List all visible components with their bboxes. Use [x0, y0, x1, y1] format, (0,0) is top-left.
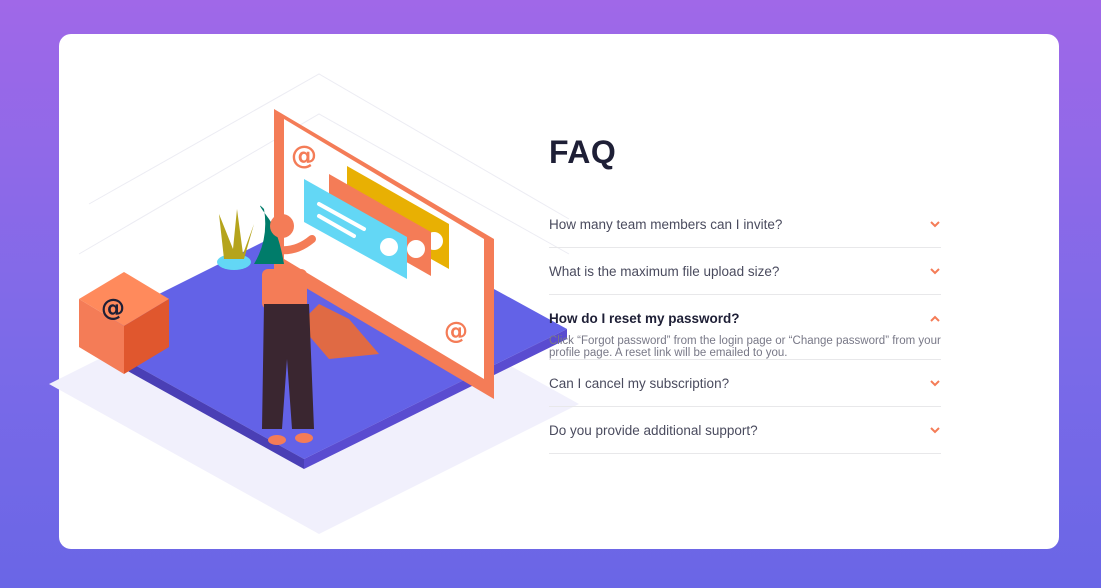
faq-question-text: What is the maximum file upload size?: [549, 263, 780, 279]
faq-question-text: How do I reset my password?: [549, 310, 740, 326]
faq-question-button[interactable]: Do you provide additional support?: [549, 407, 941, 453]
page-title: FAQ: [549, 134, 617, 170]
svg-text:@: @: [101, 294, 125, 322]
svg-text:@: @: [291, 141, 317, 171]
chevron-down-icon: [929, 218, 941, 230]
faq-item: What is the maximum file upload size?: [549, 248, 941, 295]
chevron-up-icon: [929, 312, 941, 324]
faq-item: Can I cancel my subscription?: [549, 360, 941, 407]
chevron-down-icon: [929, 377, 941, 389]
chevron-down-icon: [929, 265, 941, 277]
faq-answer: Click “Forgot password” from the login p…: [549, 335, 941, 359]
faq-question-button[interactable]: Can I cancel my subscription?: [549, 360, 941, 406]
faq-question-text: Do you provide additional support?: [549, 422, 758, 438]
faq-item-open: How do I reset my password? Click “Forgo…: [549, 295, 941, 360]
chevron-down-icon: [929, 424, 941, 436]
faq-question-button[interactable]: What is the maximum file upload size?: [549, 248, 941, 294]
faq-item: Do you provide additional support?: [549, 407, 941, 454]
faq-card: @ @ @ FAQ How many team members can I in: [49, 34, 1059, 549]
faq-item: How many team members can I invite?: [549, 201, 941, 248]
faq-question-text: Can I cancel my subscription?: [549, 375, 730, 391]
faq-illustration: @ @ @: [49, 73, 579, 534]
faq-section: FAQ How many team members can I invite? …: [549, 134, 941, 454]
svg-text:@: @: [444, 317, 468, 345]
faq-question-text: How many team members can I invite?: [549, 216, 783, 232]
faq-question-button[interactable]: How many team members can I invite?: [549, 201, 941, 247]
